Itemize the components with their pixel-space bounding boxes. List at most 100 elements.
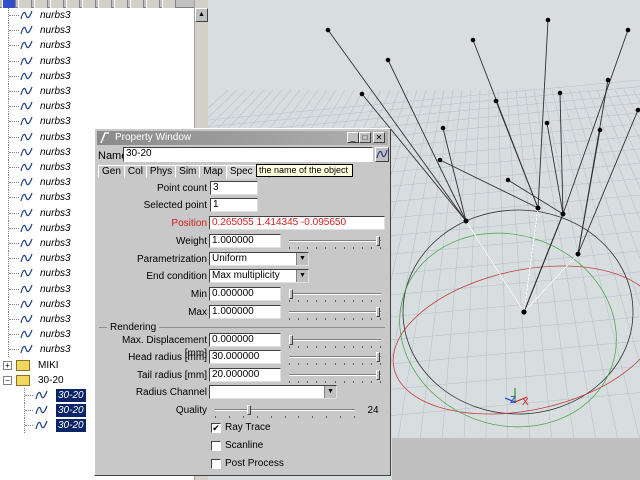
scanline-checkbox[interactable] <box>211 441 221 451</box>
tree-item-label: nurbs3 <box>40 207 71 219</box>
slider-tick <box>307 346 309 348</box>
max-displacement-slider-thumb[interactable] <box>289 335 293 345</box>
point-count-field[interactable]: 3 <box>210 181 258 195</box>
nurbs-curve-icon <box>35 421 48 430</box>
property-window-titlebar[interactable]: Property Window _ □ ✕ <box>97 131 388 145</box>
tab-gen[interactable]: Gen <box>98 165 125 178</box>
chevron-down-icon[interactable]: ▼ <box>296 253 308 265</box>
tree-item-label: MIKI <box>38 359 59 371</box>
slider-tick <box>343 381 345 383</box>
tab-spec[interactable]: Spec <box>225 165 257 179</box>
tail-radius-slider-thumb[interactable] <box>376 370 380 380</box>
sphere-guide-red <box>392 265 640 415</box>
toolbar-button[interactable] <box>2 0 16 8</box>
tree-item-nurbs[interactable]: nurbs3 <box>0 8 194 23</box>
min-field[interactable]: 0.000000 <box>209 287 281 301</box>
end-condition-select[interactable]: Max multiplicity ▼ <box>209 269 309 283</box>
slider-tick <box>361 300 363 302</box>
selected-point-field[interactable]: 1 <box>210 198 258 212</box>
nurbs-curve-icon <box>20 238 33 248</box>
toolbar-button[interactable] <box>114 0 128 8</box>
tree-item-nurbs[interactable]: nurbs3 <box>0 68 194 84</box>
slider-tick <box>298 247 300 249</box>
tooltip: the name of the object <box>256 164 353 177</box>
max-displacement-slider[interactable] <box>289 335 381 348</box>
toolbar-button[interactable] <box>162 0 176 8</box>
collapse-icon[interactable]: − <box>3 375 12 385</box>
min-slider-thumb[interactable] <box>289 289 293 299</box>
nurbs-curve-icon <box>20 147 33 156</box>
head-radius-slider-thumb[interactable] <box>376 352 380 362</box>
slider-tick <box>325 381 327 383</box>
max-field[interactable]: 1.000000 <box>209 305 281 319</box>
maximize-button[interactable]: □ <box>359 132 371 143</box>
tree-item-nurbs[interactable]: nurbs3 <box>0 38 194 54</box>
tab-sim[interactable]: Sim <box>175 165 201 178</box>
slider-tick <box>316 381 318 383</box>
tree-item-nurbs[interactable]: nurbs3 <box>0 99 194 115</box>
toolbar-button[interactable] <box>18 0 32 8</box>
min-slider[interactable] <box>289 289 381 302</box>
selected-point-label: Selected point <box>143 200 207 211</box>
chevron-down-icon[interactable]: ▼ <box>324 386 336 398</box>
tree-item-nurbs[interactable]: nurbs3 <box>0 84 194 99</box>
close-button[interactable]: ✕ <box>373 132 385 143</box>
tree-item-nurbs[interactable]: nurbs3 <box>0 53 194 69</box>
nurbs-type-button[interactable] <box>375 147 389 162</box>
chevron-down-icon[interactable]: ▼ <box>296 270 308 282</box>
slider-tick <box>343 300 345 302</box>
expand-icon[interactable]: + <box>3 360 12 370</box>
slider-tick <box>352 381 354 383</box>
head-radius-slider[interactable] <box>289 352 381 365</box>
toolbar-button[interactable] <box>34 0 48 8</box>
slider-tick <box>352 247 354 249</box>
slider-tick <box>380 381 381 383</box>
toolbar-button[interactable] <box>130 0 144 8</box>
slider-tick <box>380 300 381 302</box>
weight-field[interactable]: 1.000000 <box>209 234 281 248</box>
tree-item-label: nurbs3 <box>40 344 71 356</box>
ray-trace-checkbox[interactable]: ✔ <box>211 423 221 433</box>
tree-item-nurbs[interactable]: nurbs3 <box>0 23 194 39</box>
tab-map[interactable]: Map <box>199 165 227 178</box>
nurbs-curve-icon <box>20 56 33 65</box>
weight-slider[interactable] <box>289 236 381 249</box>
max-displacement-field[interactable]: 0.000000 <box>209 333 281 347</box>
minimize-button[interactable]: _ <box>347 132 359 143</box>
tail-radius-slider[interactable] <box>289 370 381 383</box>
head-radius-field[interactable]: 30.000000 <box>209 350 281 364</box>
slider-tick <box>307 300 309 302</box>
slider-tick <box>307 318 309 320</box>
point-count-label: Point count <box>156 183 207 194</box>
toolbar-button[interactable] <box>66 0 80 8</box>
toolbar-button[interactable] <box>98 0 112 8</box>
tree-item-label: nurbs3 <box>40 146 71 158</box>
slider-tick <box>325 300 327 302</box>
name-input[interactable]: 30-20 <box>123 147 373 162</box>
slider-tick <box>343 346 345 348</box>
tree-item-label: nurbs3 <box>40 162 71 173</box>
tab-phys[interactable]: Phys <box>145 165 177 178</box>
position-field[interactable]: 0.265055 1.414345 -0.095650 <box>209 216 385 230</box>
ray-trace-label: Ray Trace <box>225 422 271 433</box>
toolbar-button[interactable] <box>50 0 64 8</box>
slider-tick <box>289 300 290 302</box>
tail-radius-field[interactable]: 20.000000 <box>209 368 281 382</box>
slider-tick <box>298 318 300 320</box>
parametrization-select[interactable]: Uniform ▼ <box>209 252 309 266</box>
post-process-checkbox[interactable] <box>211 459 221 469</box>
slider-tick <box>340 416 342 418</box>
tree-item-label: nurbs3 <box>40 298 71 310</box>
tree-item-label: nurbs3 <box>40 177 71 189</box>
toolbar-button[interactable] <box>146 0 160 8</box>
scroll-up-arrow-icon[interactable]: ▲ <box>195 8 208 22</box>
max-slider[interactable] <box>289 307 381 320</box>
toolbar-button[interactable] <box>82 0 96 8</box>
radius-channel-select[interactable]: ▼ <box>209 385 337 399</box>
quality-slider-thumb[interactable] <box>247 405 252 415</box>
tab-col[interactable]: Col <box>123 165 147 178</box>
quality-slider[interactable] <box>215 405 355 418</box>
max-slider-thumb[interactable] <box>376 307 380 317</box>
weight-slider-thumb[interactable] <box>376 236 380 246</box>
slider-tick <box>298 300 300 302</box>
